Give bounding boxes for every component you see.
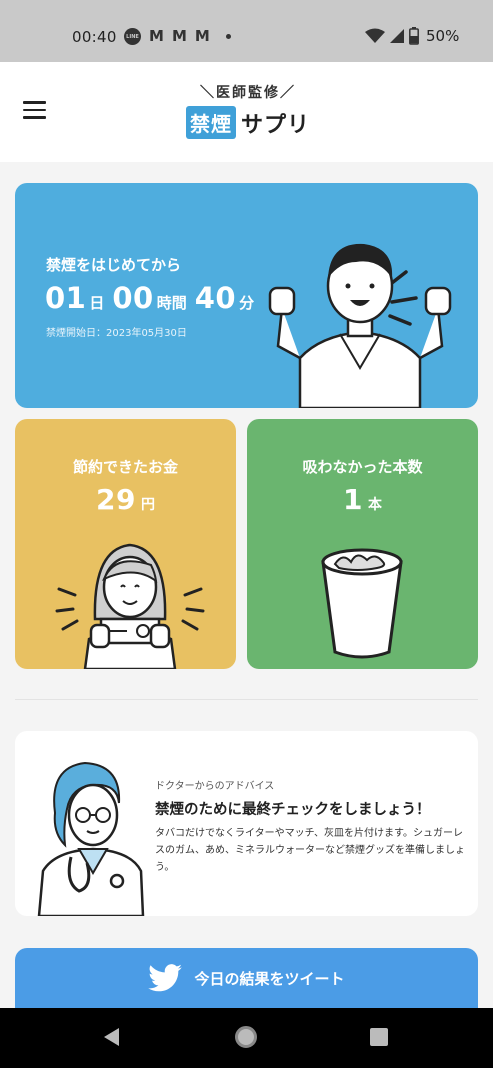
elapsed-counter: 01 日 00 時間 40 分 <box>45 281 262 315</box>
hamburger-icon <box>23 101 46 104</box>
money-saved-label: 節約できたお金 <box>72 458 178 476</box>
minutes-unit: 分 <box>239 294 255 312</box>
woman-holding-money-illustration <box>55 543 205 669</box>
doctor-illustration <box>37 761 145 916</box>
days-unit: 日 <box>89 294 105 312</box>
tweet-button-label: 今日の結果をツイート <box>194 969 345 988</box>
cigarettes-not-smoked-card: 吸わなかった本数 1 本 <box>247 419 478 669</box>
app-logo: ＼医師監修／ 禁煙 サプリ <box>186 82 310 142</box>
yen-unit: 円 <box>141 497 156 513</box>
trash-bin-illustration <box>321 548 403 659</box>
doctor-advice-card: ドクターからのアドバイス 禁煙のために最終チェックをしましょう！ タバコだけでな… <box>15 731 478 916</box>
twitter-bird-icon <box>148 964 183 992</box>
recents-square-icon[interactable] <box>370 1028 388 1046</box>
tweet-result-button[interactable]: 今日の結果をツイート <box>15 948 478 1010</box>
cigarettes-label: 吸わなかった本数 <box>302 458 423 476</box>
advice-body: タバコだけでなくライターやマッチ、灰皿を片付けます。シュガーレスのガム、あめ、ミ… <box>155 828 465 873</box>
notification-icons: LINE M M M <box>124 28 231 45</box>
elapsed-days: 01 <box>45 281 87 315</box>
elapsed-minutes: 40 <box>194 281 237 315</box>
logo-subtitle: ＼医師監修／ <box>200 85 296 101</box>
wifi-icon <box>365 28 385 43</box>
money-saved-value-row: 29 円 <box>15 483 236 516</box>
cheering-man-illustration <box>268 243 452 408</box>
logo-sapuri: サプリ <box>241 112 311 138</box>
home-circle-icon[interactable] <box>235 1026 257 1048</box>
logo-kinen: 禁煙 <box>186 106 236 139</box>
battery-icon <box>409 27 419 45</box>
elapsed-time-card: 禁煙をはじめてから 01 日 00 時間 40 分 禁煙開始日：2023年05月… <box>15 183 478 408</box>
cell-signal-icon <box>390 29 404 43</box>
status-time: 00:40 <box>72 28 117 46</box>
gmail-icon: M <box>194 27 210 45</box>
cigarettes-value-row: 1 本 <box>247 483 478 516</box>
system-icons: 50% <box>365 27 459 45</box>
app-header: ＼医師監修／ 禁煙 サプリ <box>0 62 493 162</box>
elapsed-label: 禁煙をはじめてから <box>46 256 182 274</box>
section-divider <box>15 699 478 700</box>
elapsed-hours: 00 <box>112 281 154 315</box>
more-notifications-dot-icon <box>225 34 231 39</box>
advice-kicker: ドクターからのアドバイス <box>155 781 275 792</box>
hours-unit: 時間 <box>156 294 187 312</box>
system-nav-bar <box>0 1008 493 1068</box>
battery-percentage: 50% <box>426 27 460 45</box>
cigarettes-value: 1 <box>342 483 363 516</box>
hamburger-menu-button[interactable] <box>23 101 47 121</box>
advice-title: 禁煙のために最終チェックをしましょう！ <box>155 802 431 818</box>
gmail-icon: M <box>149 27 164 45</box>
cigarettes-unit: 本 <box>368 497 383 513</box>
gmail-icon: M <box>171 27 187 45</box>
money-saved-card: 節約できたお金 29 円 <box>15 419 236 669</box>
back-triangle-icon[interactable] <box>102 1027 122 1047</box>
start-date: 禁煙開始日：2023年05月30日 <box>46 328 187 339</box>
status-bar: 00:40 LINE M M M 50% <box>0 0 493 62</box>
line-app-icon: LINE <box>124 28 141 45</box>
money-saved-value: 29 <box>95 483 136 516</box>
